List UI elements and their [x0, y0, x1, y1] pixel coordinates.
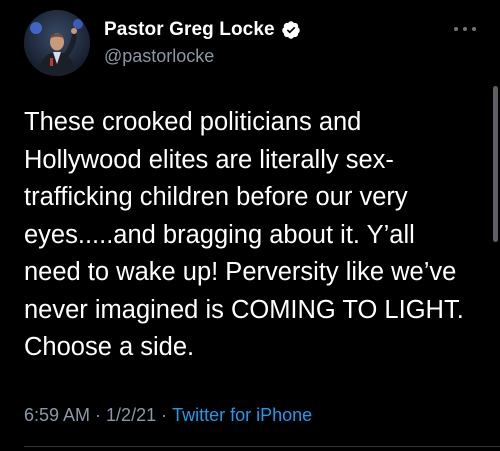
author-display-name[interactable]: Pastor Greg Locke	[104, 19, 275, 41]
author-name-row: Pastor Greg Locke	[104, 18, 301, 42]
tweet-date[interactable]: 1/2/21	[106, 405, 156, 426]
tweet-metadata: 6:59 AM · 1/2/21 · Twitter for iPhone	[24, 405, 312, 426]
tweet-source-link[interactable]: Twitter for iPhone	[172, 405, 312, 426]
tweet-time[interactable]: 6:59 AM	[24, 405, 90, 426]
scrollbar[interactable]	[493, 86, 498, 242]
tweet-detail: Pastor Greg Locke @pastorlocke These cro…	[0, 0, 500, 451]
author-info: Pastor Greg Locke @pastorlocke	[104, 18, 301, 67]
meta-separator: ·	[161, 405, 168, 425]
meta-separator: ·	[95, 405, 102, 425]
profile-photo	[24, 10, 90, 76]
verified-badge-icon	[281, 20, 301, 40]
divider	[24, 446, 500, 447]
more-options-icon[interactable]	[454, 24, 476, 34]
tweet-text: These crooked politicians and Hollywood …	[24, 108, 471, 361]
author-handle[interactable]: @pastorlocke	[104, 46, 301, 67]
avatar[interactable]	[24, 10, 90, 76]
